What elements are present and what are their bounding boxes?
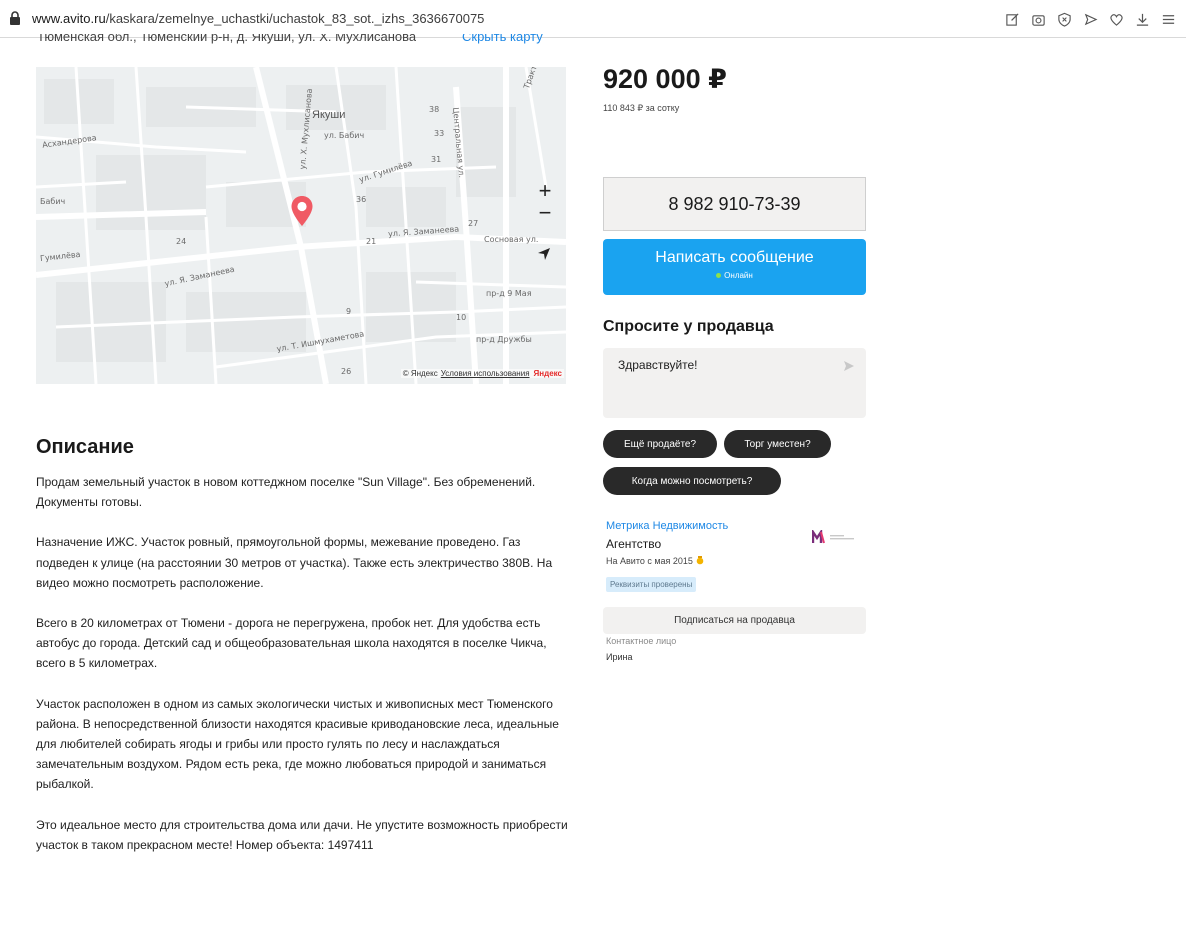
map-house-number: 9 bbox=[346, 307, 352, 316]
description-paragraph: Продам земельный участок в новом коттедж… bbox=[36, 475, 536, 510]
contact-person-label: Контактное лицо bbox=[606, 636, 677, 646]
map-street-label: Сосновая ул. bbox=[484, 235, 539, 244]
price-per-unit: 110 843 ₽ за сотку bbox=[603, 103, 680, 113]
quick-question-chip[interactable]: Когда можно посмотреть? bbox=[603, 467, 781, 495]
camera-icon[interactable] bbox=[1026, 9, 1050, 29]
download-icon[interactable] bbox=[1130, 9, 1154, 29]
online-dot-icon bbox=[716, 273, 722, 279]
seller-since-text: На Авито с мая 2015 bbox=[606, 556, 693, 566]
geolocation-icon[interactable] bbox=[537, 247, 551, 261]
ask-seller-input[interactable]: Здравствуйте! bbox=[603, 348, 866, 418]
map-street-label: пр-д 9 Мая bbox=[486, 289, 532, 298]
write-message-label: Написать сообщение bbox=[655, 249, 814, 266]
map-house-number: 21 bbox=[366, 237, 377, 246]
heart-icon[interactable] bbox=[1104, 9, 1128, 29]
price: 920 000 ₽ bbox=[603, 64, 727, 94]
show-phone-button[interactable]: 8 982 910-73-39 bbox=[603, 177, 866, 231]
map-house-number: 24 bbox=[176, 237, 187, 246]
map-city-label: Якуши bbox=[312, 109, 346, 121]
map-street-label: Бабич bbox=[40, 197, 66, 206]
map-house-number: 10 bbox=[456, 313, 467, 322]
map-house-number: 27 bbox=[468, 219, 479, 228]
map-house-number: 36 bbox=[356, 195, 367, 204]
zoom-in-button[interactable]: + bbox=[535, 178, 555, 203]
send-icon[interactable] bbox=[1078, 9, 1102, 29]
quick-question-chip[interactable]: Торг уместен? bbox=[724, 430, 831, 458]
write-message-button[interactable]: Написать сообщение Онлайн bbox=[603, 239, 866, 295]
lock-icon bbox=[10, 11, 20, 25]
ask-seller-text: Здравствуйте! bbox=[618, 358, 698, 372]
quick-question-chip[interactable]: Ещё продаёте? bbox=[603, 430, 717, 458]
edit-icon[interactable] bbox=[1000, 9, 1024, 29]
seller-since: На Авито с мая 2015 bbox=[606, 556, 704, 566]
description-paragraph: Назначение ИЖС. Участок ровный, прямоуго… bbox=[36, 535, 553, 590]
send-icon[interactable] bbox=[843, 360, 855, 372]
map[interactable]: Якуши ул. Бабич ул. Х. Мухлисанова ул. Г… bbox=[36, 67, 566, 384]
location-pin-icon[interactable] bbox=[290, 195, 314, 227]
map-copyright: © Яндекс bbox=[402, 369, 438, 378]
verified-badge: Реквизиты проверены bbox=[606, 577, 697, 592]
zoom-out-button[interactable]: − bbox=[535, 200, 555, 225]
description-paragraph: Всего в 20 километрах от Тюмени - дорога… bbox=[36, 616, 547, 671]
yandex-logo[interactable]: Яндекс bbox=[534, 369, 562, 378]
listing-address: Тюменская обл., Тюменский р-н, д. Якуши,… bbox=[37, 34, 417, 44]
map-attribution: © Яндекс Условия использования Яндекс bbox=[400, 369, 564, 378]
seller-logo[interactable] bbox=[812, 530, 862, 544]
menu-icon[interactable] bbox=[1156, 9, 1180, 29]
map-house-number: 33 bbox=[434, 129, 445, 138]
description-title: Описание bbox=[36, 436, 134, 458]
contact-person-name: Ирина bbox=[606, 652, 633, 662]
url-path: /kaskara/zemelnye_uchastki/uchastok_83_s… bbox=[105, 11, 485, 26]
seller-name-link[interactable]: Метрика Недвижимость bbox=[606, 520, 728, 532]
description-paragraph: Это идеальное место для строительства до… bbox=[36, 817, 568, 852]
ask-seller-title: Спросите у продавца bbox=[603, 318, 774, 335]
map-street-label: пр-д Дружбы bbox=[476, 335, 532, 344]
browser-toolbar: www.avito.ru/kaskara/zemelnye_uchastki/u… bbox=[0, 0, 1186, 38]
medal-icon bbox=[696, 556, 704, 565]
map-street-label: ул. Бабич bbox=[324, 131, 365, 140]
toolbar-icons bbox=[998, 9, 1180, 29]
map-house-number: 31 bbox=[431, 155, 442, 164]
map-house-number: 26 bbox=[341, 367, 352, 376]
url-host: www.avito.ru bbox=[32, 11, 106, 26]
description-paragraph: Участок расположен в одном из самых экол… bbox=[36, 696, 559, 792]
seller-type: Агентство bbox=[606, 537, 662, 551]
address-bar[interactable]: www.avito.ru/kaskara/zemelnye_uchastki/u… bbox=[32, 11, 484, 26]
map-terms-link[interactable]: Условия использования bbox=[441, 369, 530, 378]
shield-icon[interactable] bbox=[1052, 9, 1076, 29]
subscribe-seller-button[interactable]: Подписаться на продавца bbox=[603, 607, 866, 634]
hide-map-link[interactable]: Скрыть карту bbox=[462, 34, 543, 48]
online-status: Онлайн bbox=[603, 271, 866, 280]
map-house-number: 38 bbox=[429, 105, 440, 114]
description-body: Продам земельный участок в новом коттедж… bbox=[36, 472, 571, 875]
online-label: Онлайн bbox=[724, 271, 753, 280]
